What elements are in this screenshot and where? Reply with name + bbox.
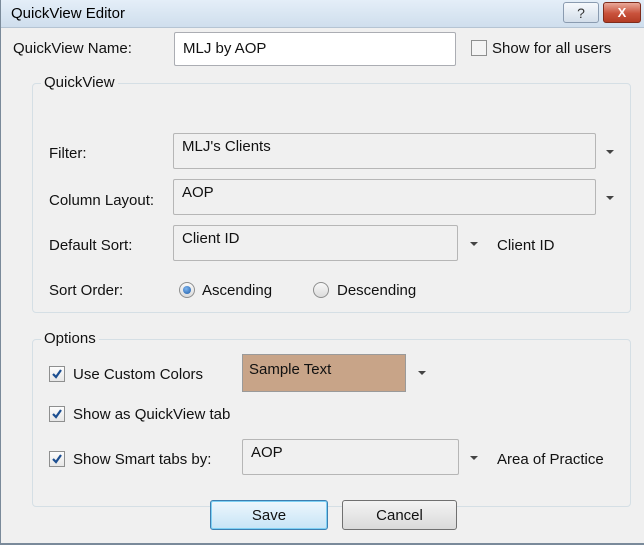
close-icon: X [617,5,627,20]
title-bar: QuickView Editor ? X [1,0,644,28]
use-custom-colors-label: Use Custom Colors [73,366,204,383]
sample-text-color-swatch[interactable]: Sample Text [242,354,406,392]
filter-label: Filter: [49,145,87,162]
filter-field[interactable]: MLJ's Clients [173,133,596,169]
show-smart-tabs-checkbox[interactable] [49,451,65,467]
descending-label: Descending [337,282,417,299]
cancel-button[interactable]: Cancel [342,500,457,530]
chevron-down-icon [418,371,426,375]
close-button[interactable]: X [603,2,641,23]
custom-colors-dropdown-button[interactable] [411,355,433,391]
ascending-label: Ascending [202,282,273,299]
chevron-down-icon [470,456,478,460]
smart-tabs-field[interactable]: AOP [242,439,459,475]
show-smart-tabs-label: Show Smart tabs by: [73,451,212,468]
ascending-radio[interactable] [179,282,195,298]
sort-order-label: Sort Order: [49,282,124,299]
default-sort-field[interactable]: Client ID [173,225,458,261]
default-sort-dropdown-button[interactable] [463,226,485,262]
chevron-down-icon [606,150,614,154]
smart-tabs-dropdown-button[interactable] [463,440,485,476]
show-for-all-users-checkbox[interactable] [471,40,487,56]
use-custom-colors-checkbox[interactable] [49,366,65,382]
chevron-down-icon [606,196,614,200]
checkmark-icon [52,454,62,464]
help-icon: ? [577,4,585,21]
window-title: QuickView Editor [11,5,125,22]
save-button[interactable]: Save [210,500,328,530]
quickview-name-input[interactable]: MLJ by AOP [174,32,456,66]
options-group-title: Options [41,330,99,347]
radio-selected-dot [183,286,191,294]
column-layout-field[interactable]: AOP [173,179,596,215]
checkmark-icon [52,369,62,379]
checkmark-icon [52,409,62,419]
default-sort-secondary: Client ID [497,237,555,254]
column-layout-label: Column Layout: [49,192,155,209]
show-as-quickview-tab-label: Show as QuickView tab [73,406,231,423]
smart-tabs-secondary: Area of Practice [497,451,604,468]
quickview-editor-window: QuickView Editor ? X QuickView Name: MLJ… [0,0,644,545]
column-layout-dropdown-button[interactable] [599,180,621,216]
show-as-quickview-tab-checkbox[interactable] [49,406,65,422]
dialog-body: QuickView Name: MLJ by AOP Show for all … [1,29,644,545]
default-sort-label: Default Sort: [49,237,133,254]
quickview-name-label: QuickView Name: [13,40,132,57]
filter-dropdown-button[interactable] [599,134,621,170]
descending-radio[interactable] [313,282,329,298]
quickview-group-title: QuickView [41,74,118,91]
show-for-all-users-label: Show for all users [492,40,612,57]
chevron-down-icon [470,242,478,246]
help-button[interactable]: ? [563,2,599,23]
